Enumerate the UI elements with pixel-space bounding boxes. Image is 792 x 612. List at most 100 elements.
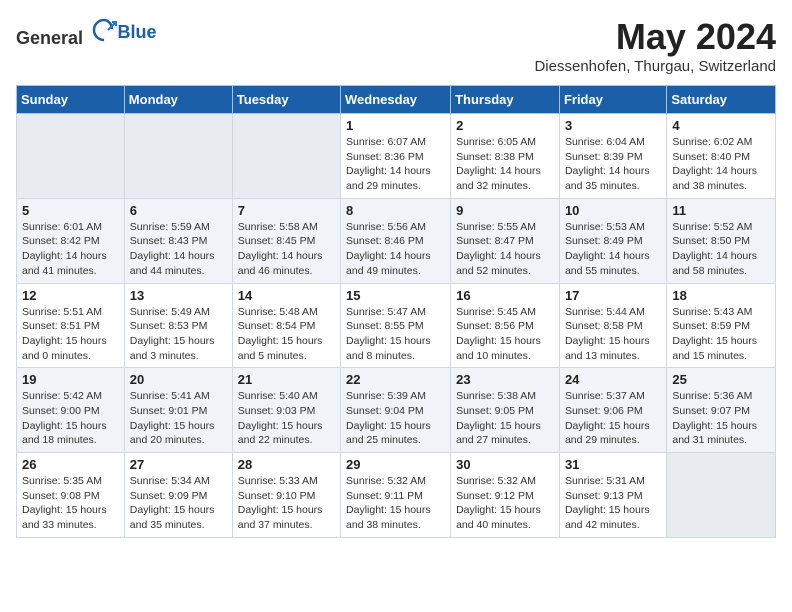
day-number: 27 <box>130 457 227 472</box>
header-saturday: Saturday <box>667 86 776 114</box>
day-number: 22 <box>346 372 445 387</box>
day-number: 25 <box>672 372 770 387</box>
week-row-4: 19 Sunrise: 5:42 AMSunset: 9:00 PMDayligh… <box>17 368 776 453</box>
day-info: Sunrise: 5:45 AMSunset: 8:56 PMDaylight:… <box>456 305 554 364</box>
day-info: Sunrise: 5:42 AMSunset: 9:00 PMDaylight:… <box>22 389 119 448</box>
day-info: Sunrise: 5:44 AMSunset: 8:58 PMDaylight:… <box>565 305 661 364</box>
day-info: Sunrise: 5:31 AMSunset: 9:13 PMDaylight:… <box>565 474 661 533</box>
day-cell: 19 Sunrise: 5:42 AMSunset: 9:00 PMDayligh… <box>17 368 125 453</box>
day-info: Sunrise: 5:33 AMSunset: 9:10 PMDaylight:… <box>238 474 335 533</box>
day-cell: 29 Sunrise: 5:32 AMSunset: 9:11 PMDayligh… <box>341 453 451 538</box>
day-cell: 22 Sunrise: 5:39 AMSunset: 9:04 PMDayligh… <box>341 368 451 453</box>
day-number: 18 <box>672 288 770 303</box>
day-cell: 4Sunrise: 6:02 AMSunset: 8:40 PMDaylight… <box>667 114 776 199</box>
day-number: 24 <box>565 372 661 387</box>
day-cell: 28 Sunrise: 5:33 AMSunset: 9:10 PMDayligh… <box>232 453 340 538</box>
day-info: Sunrise: 6:04 AMSunset: 8:39 PMDaylight:… <box>565 135 661 194</box>
day-cell: 21 Sunrise: 5:40 AMSunset: 9:03 PMDayligh… <box>232 368 340 453</box>
day-info: Sunrise: 5:59 AMSunset: 8:43 PMDaylight:… <box>130 220 227 279</box>
day-cell: 27Sunrise: 5:34 AMSunset: 9:09 PMDayligh… <box>124 453 232 538</box>
day-number: 3 <box>565 118 661 133</box>
day-info: Sunrise: 5:41 AMSunset: 9:01 PMDaylight:… <box>130 389 227 448</box>
day-info: Sunrise: 5:37 AMSunset: 9:06 PMDaylight:… <box>565 389 661 448</box>
header-thursday: Thursday <box>451 86 560 114</box>
day-cell: 11 Sunrise: 5:52 AMSunset: 8:50 PMDayligh… <box>667 198 776 283</box>
day-cell: 6 Sunrise: 5:59 AMSunset: 8:43 PMDaylight… <box>124 198 232 283</box>
header-friday: Friday <box>559 86 666 114</box>
day-number: 17 <box>565 288 661 303</box>
week-row-3: 12 Sunrise: 5:51 AMSunset: 8:51 PMDayligh… <box>17 283 776 368</box>
day-number: 12 <box>22 288 119 303</box>
logo-icon <box>90 16 118 44</box>
day-info: Sunrise: 5:53 AMSunset: 8:49 PMDaylight:… <box>565 220 661 279</box>
day-info: Sunrise: 5:32 AMSunset: 9:12 PMDaylight:… <box>456 474 554 533</box>
day-info: Sunrise: 5:51 AMSunset: 8:51 PMDaylight:… <box>22 305 119 364</box>
day-number: 9 <box>456 203 554 218</box>
day-cell: 5 Sunrise: 6:01 AMSunset: 8:42 PMDaylight… <box>17 198 125 283</box>
day-cell: 30 Sunrise: 5:32 AMSunset: 9:12 PMDayligh… <box>451 453 560 538</box>
day-number: 2 <box>456 118 554 133</box>
day-number: 4 <box>672 118 770 133</box>
day-info: Sunrise: 5:47 AMSunset: 8:55 PMDaylight:… <box>346 305 445 364</box>
day-number: 11 <box>672 203 770 218</box>
day-number: 21 <box>238 372 335 387</box>
day-cell: 24 Sunrise: 5:37 AMSunset: 9:06 PMDayligh… <box>559 368 666 453</box>
day-info: Sunrise: 5:40 AMSunset: 9:03 PMDaylight:… <box>238 389 335 448</box>
day-info: Sunrise: 6:05 AMSunset: 8:38 PMDaylight:… <box>456 135 554 194</box>
day-number: 15 <box>346 288 445 303</box>
week-row-5: 26Sunrise: 5:35 AMSunset: 9:08 PMDayligh… <box>17 453 776 538</box>
day-number: 19 <box>22 372 119 387</box>
logo-text-general: General <box>16 28 83 48</box>
day-info: Sunrise: 5:36 AMSunset: 9:07 PMDaylight:… <box>672 389 770 448</box>
day-cell: 3 Sunrise: 6:04 AMSunset: 8:39 PMDaylight… <box>559 114 666 199</box>
day-info: Sunrise: 5:32 AMSunset: 9:11 PMDaylight:… <box>346 474 445 533</box>
day-number: 7 <box>238 203 335 218</box>
day-info: Sunrise: 5:35 AMSunset: 9:08 PMDaylight:… <box>22 474 119 533</box>
day-cell: 18Sunrise: 5:43 AMSunset: 8:59 PMDayligh… <box>667 283 776 368</box>
header-wednesday: Wednesday <box>341 86 451 114</box>
day-cell: 7Sunrise: 5:58 AMSunset: 8:45 PMDaylight… <box>232 198 340 283</box>
week-row-1: 1 Sunrise: 6:07 AMSunset: 8:36 PMDaylight… <box>17 114 776 199</box>
day-number: 8 <box>346 203 445 218</box>
day-cell: 15 Sunrise: 5:47 AMSunset: 8:55 PMDayligh… <box>341 283 451 368</box>
day-cell: 25 Sunrise: 5:36 AMSunset: 9:07 PMDayligh… <box>667 368 776 453</box>
day-cell: 31 Sunrise: 5:31 AMSunset: 9:13 PMDayligh… <box>559 453 666 538</box>
day-info: Sunrise: 5:48 AMSunset: 8:54 PMDaylight:… <box>238 305 335 364</box>
day-cell: 8 Sunrise: 5:56 AMSunset: 8:46 PMDaylight… <box>341 198 451 283</box>
day-number: 28 <box>238 457 335 472</box>
day-cell <box>17 114 125 199</box>
day-number: 29 <box>346 457 445 472</box>
day-cell <box>124 114 232 199</box>
day-number: 30 <box>456 457 554 472</box>
day-cell <box>667 453 776 538</box>
day-info: Sunrise: 5:52 AMSunset: 8:50 PMDaylight:… <box>672 220 770 279</box>
day-cell: 12 Sunrise: 5:51 AMSunset: 8:51 PMDayligh… <box>17 283 125 368</box>
logo: General Blue <box>16 16 157 49</box>
day-number: 5 <box>22 203 119 218</box>
day-number: 20 <box>130 372 227 387</box>
day-info: Sunrise: 5:49 AMSunset: 8:53 PMDaylight:… <box>130 305 227 364</box>
calendar-header-row: SundayMondayTuesdayWednesdayThursdayFrid… <box>17 86 776 114</box>
day-info: Sunrise: 5:39 AMSunset: 9:04 PMDaylight:… <box>346 389 445 448</box>
day-info: Sunrise: 5:56 AMSunset: 8:46 PMDaylight:… <box>346 220 445 279</box>
day-cell: 13 Sunrise: 5:49 AMSunset: 8:53 PMDayligh… <box>124 283 232 368</box>
header-monday: Monday <box>124 86 232 114</box>
day-info: Sunrise: 5:55 AMSunset: 8:47 PMDaylight:… <box>456 220 554 279</box>
day-number: 13 <box>130 288 227 303</box>
header-sunday: Sunday <box>17 86 125 114</box>
day-number: 14 <box>238 288 335 303</box>
day-number: 31 <box>565 457 661 472</box>
header-tuesday: Tuesday <box>232 86 340 114</box>
day-info: Sunrise: 6:01 AMSunset: 8:42 PMDaylight:… <box>22 220 119 279</box>
day-cell: 2 Sunrise: 6:05 AMSunset: 8:38 PMDaylight… <box>451 114 560 199</box>
month-title: May 2024 <box>534 16 776 58</box>
day-cell: 14 Sunrise: 5:48 AMSunset: 8:54 PMDayligh… <box>232 283 340 368</box>
day-number: 1 <box>346 118 445 133</box>
day-cell: 1 Sunrise: 6:07 AMSunset: 8:36 PMDaylight… <box>341 114 451 199</box>
day-cell: 20 Sunrise: 5:41 AMSunset: 9:01 PMDayligh… <box>124 368 232 453</box>
day-number: 6 <box>130 203 227 218</box>
day-cell: 17 Sunrise: 5:44 AMSunset: 8:58 PMDayligh… <box>559 283 666 368</box>
location-title: Diessenhofen, Thurgau, Switzerland <box>534 58 776 75</box>
day-info: Sunrise: 6:07 AMSunset: 8:36 PMDaylight:… <box>346 135 445 194</box>
title-block: May 2024 Diessenhofen, Thurgau, Switzerl… <box>534 16 776 75</box>
